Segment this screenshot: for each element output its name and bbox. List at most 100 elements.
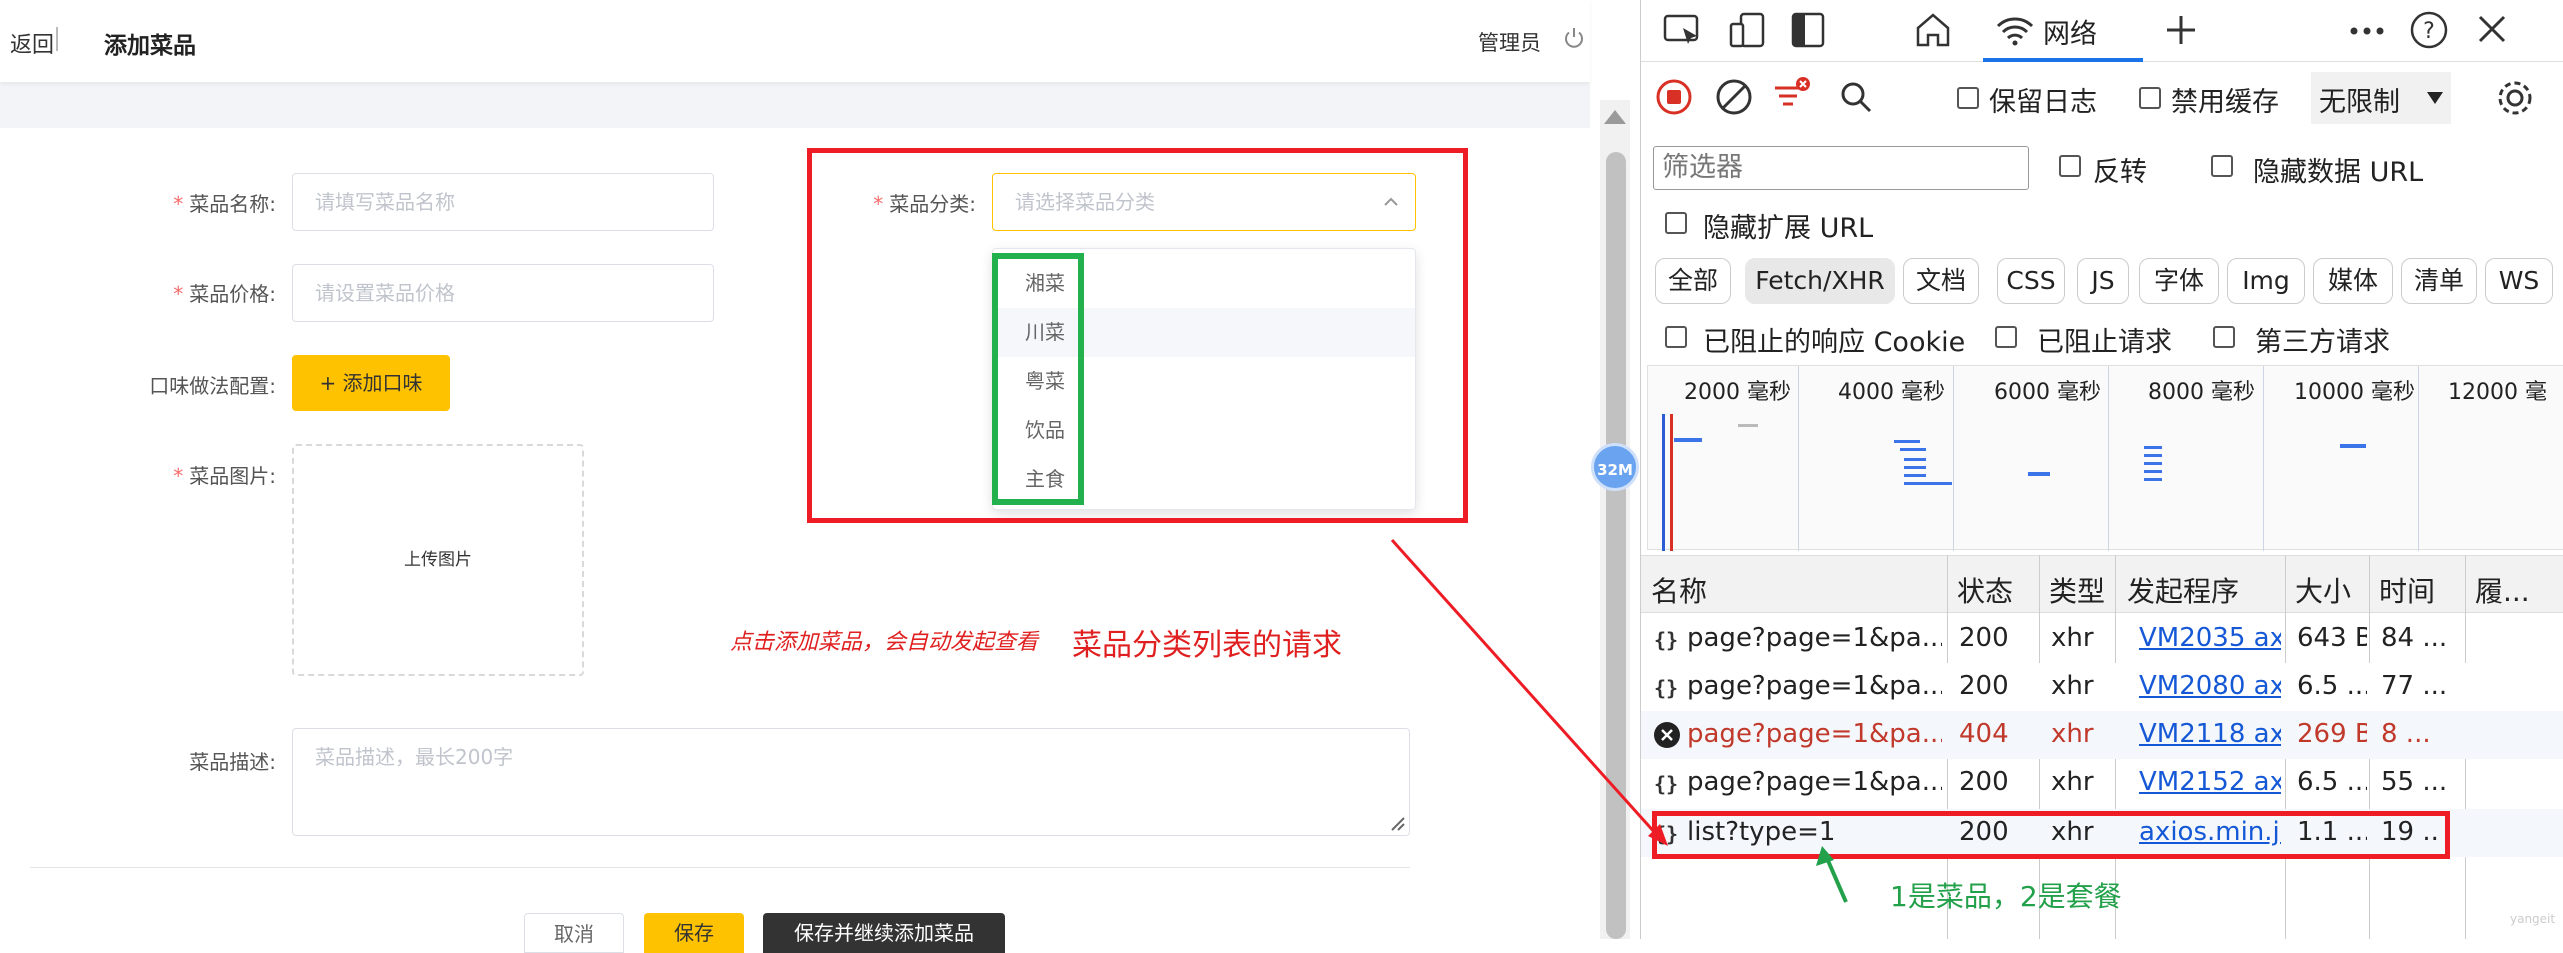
dish-name-input[interactable]: 请填写菜品名称 <box>292 173 714 231</box>
preserve-log-label: 保留日志 <box>1989 87 2097 118</box>
request-status: 200 <box>1959 767 2009 797</box>
third-party-label: 第三方请求 <box>2255 327 2390 358</box>
type-filter-fetch[interactable]: Fetch/XHR <box>1745 258 1895 304</box>
type-filter-manifest[interactable]: 清单 <box>2401 258 2477 304</box>
desc-textarea[interactable]: 菜品描述，最长200字 <box>292 728 1410 836</box>
filter-input[interactable]: 筛选器 <box>1653 146 2029 190</box>
table-row[interactable]: {} page?page=1&pa... 200 xhr VM2035 axi … <box>1641 615 2563 663</box>
record-stop-icon[interactable] <box>1655 78 1693 116</box>
power-icon[interactable] <box>1562 26 1586 50</box>
device-toolbar-icon[interactable] <box>1727 12 1767 50</box>
add-flavor-button[interactable]: + 添加口味 <box>292 355 450 411</box>
add-tab-icon[interactable] <box>2163 12 2199 48</box>
dropdown-arrow-icon <box>2427 92 2443 104</box>
help-icon[interactable]: ? <box>2409 10 2449 50</box>
type-filter-font[interactable]: 字体 <box>2139 258 2219 304</box>
dish-image-label: * 菜品图片: <box>173 464 276 488</box>
back-link[interactable]: 返回 <box>10 27 54 59</box>
sidebar-toggle-icon[interactable] <box>1791 12 1825 48</box>
col-time[interactable]: 时间 <box>2379 570 2435 610</box>
col-initiator[interactable]: 发起程序 <box>2127 570 2239 610</box>
request-size: 269 B <box>2297 719 2367 749</box>
table-row[interactable]: {} page?page=1&pa... 200 xhr VM2080 axi … <box>1641 663 2563 711</box>
annotation-note: 菜品分类列表的请求 <box>1072 628 1342 663</box>
timeline-overview[interactable]: 2000 毫秒 4000 毫秒 6000 毫秒 8000 毫秒 10000 毫秒… <box>1647 365 2563 551</box>
close-icon[interactable] <box>2477 14 2507 44</box>
request-table-header: 名称 状态 类型 发起程序 大小 时间 履... <box>1641 555 2563 613</box>
hide-data-url-checkbox[interactable] <box>2211 155 2233 177</box>
request-name: page?page=1&pa... <box>1687 671 1942 701</box>
table-row[interactable]: page?page=1&pa... 404 xhr VM2118 axi 269… <box>1641 711 2563 759</box>
search-icon[interactable] <box>1839 80 1873 114</box>
disable-cache-checkbox[interactable] <box>2139 87 2161 109</box>
request-initiator[interactable]: VM2035 axi <box>2139 623 2281 653</box>
type-filter-css[interactable]: CSS <box>1997 258 2065 304</box>
upload-image-area[interactable]: 上传图片 <box>292 444 584 676</box>
highlight-box <box>992 253 1084 505</box>
request-status: 404 <box>1959 719 2009 749</box>
save-continue-button[interactable]: 保存并继续添加菜品 <box>763 913 1005 953</box>
timeline-tick: 4000 毫秒 <box>1838 380 1945 405</box>
blocked-request-label: 已阻止请求 <box>2037 327 2172 358</box>
request-initiator[interactable]: VM2152 axi <box>2139 767 2281 797</box>
request-time: 55 ... <box>2381 767 2448 797</box>
request-name: page?page=1&pa... <box>1687 623 1942 653</box>
invert-checkbox[interactable] <box>2059 155 2081 177</box>
dish-name-label: * 菜品名称: <box>173 192 276 216</box>
col-size[interactable]: 大小 <box>2295 570 2351 610</box>
desc-placeholder: 菜品描述，最长200字 <box>315 745 514 769</box>
xhr-icon: {} <box>1654 676 1678 700</box>
timeline-tick: 12000 毫 <box>2448 380 2547 405</box>
more-icon[interactable] <box>2349 26 2385 36</box>
page-scrollbar[interactable] <box>1600 100 1630 939</box>
request-initiator[interactable]: VM2080 axi <box>2139 671 2281 701</box>
blocked-cookie-checkbox[interactable] <box>1665 326 1687 348</box>
admin-app: 返回 添加菜品 管理员 * 菜品名称: 请填写菜品名称 * 菜品分类: 请选择菜品分… <box>0 0 1600 953</box>
disable-cache-label: 禁用缓存 <box>2171 87 2279 118</box>
type-filter-js[interactable]: JS <box>2077 258 2129 304</box>
wifi-icon <box>1996 17 2034 46</box>
dish-price-label: * 菜品价格: <box>173 282 276 306</box>
xhr-icon: {} <box>1654 628 1678 652</box>
resize-grip-icon[interactable] <box>1387 813 1405 831</box>
devtools-tabbar: 网络 ? <box>1641 0 2563 62</box>
filter-icon[interactable] <box>1773 76 1813 116</box>
third-party-checkbox[interactable] <box>2213 326 2235 348</box>
xhr-icon: {} <box>1654 772 1678 796</box>
cancel-button[interactable]: 取消 <box>524 913 624 953</box>
highlight-box <box>807 148 1468 523</box>
request-status: 200 <box>1959 671 2009 701</box>
scroll-up-icon[interactable] <box>1604 110 1626 124</box>
save-button[interactable]: 保存 <box>644 913 744 953</box>
col-name[interactable]: 名称 <box>1651 570 1707 610</box>
type-filter-img[interactable]: Img <box>2227 258 2305 304</box>
home-icon[interactable] <box>1913 10 1953 50</box>
table-row[interactable]: {} page?page=1&pa... 200 xhr VM2152 axi … <box>1641 759 2563 807</box>
request-size: 643 B <box>2297 623 2367 653</box>
divider <box>56 27 58 51</box>
annotation-note: 1是菜品，2是套餐 <box>1890 880 2122 913</box>
type-filter-doc[interactable]: 文档 <box>1903 258 1979 304</box>
timeline-tick: 10000 毫秒 <box>2294 380 2415 405</box>
col-type[interactable]: 类型 <box>2049 570 2105 610</box>
inspect-icon[interactable] <box>1663 14 1703 48</box>
timeline-tick: 6000 毫秒 <box>1994 380 2101 405</box>
preserve-log-checkbox[interactable] <box>1957 87 1979 109</box>
blocked-request-checkbox[interactable] <box>1995 326 2017 348</box>
col-waterfall[interactable]: 履... <box>2475 570 2530 610</box>
gear-icon[interactable] <box>2495 78 2535 118</box>
request-initiator[interactable]: VM2118 axi <box>2139 719 2281 749</box>
invert-label: 反转 <box>2093 157 2147 188</box>
type-filter-ws[interactable]: WS <box>2485 258 2553 304</box>
throttle-select[interactable]: 无限制 <box>2311 72 2451 124</box>
network-toolbar: 保留日志 禁用缓存 无限制 <box>1641 72 2563 132</box>
dish-price-input[interactable]: 请设置菜品价格 <box>292 264 714 322</box>
type-filter-media[interactable]: 媒体 <box>2313 258 2393 304</box>
hide-ext-url-checkbox[interactable] <box>1665 212 1687 234</box>
clear-icon[interactable] <box>1715 78 1753 116</box>
type-filter-all[interactable]: 全部 <box>1655 258 1731 304</box>
scroll-thumb[interactable] <box>1606 152 1626 939</box>
col-status[interactable]: 状态 <box>1957 570 2013 610</box>
tab-network[interactable]: 网络 <box>1983 0 2143 62</box>
highlight-box <box>1652 811 2450 859</box>
